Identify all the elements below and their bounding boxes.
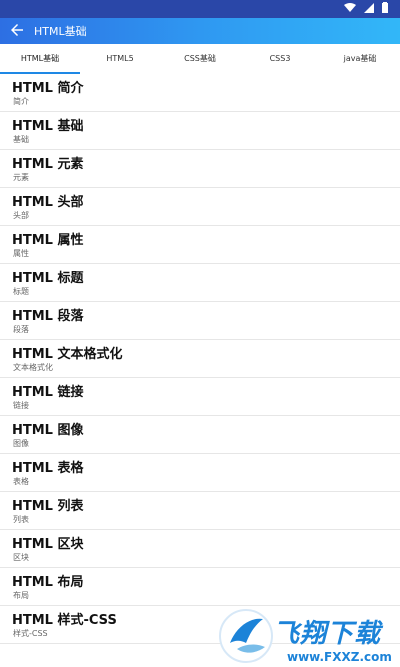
list-item-title: HTML 样式-CSS	[12, 613, 117, 628]
list-item[interactable]: HTML 头部 头部	[0, 188, 400, 226]
list-item-subtitle: 链接	[13, 401, 29, 410]
list-item[interactable]: HTML 标题 标题	[0, 264, 400, 302]
list-item[interactable]: HTML 属性 属性	[0, 226, 400, 264]
signal-icon	[364, 2, 374, 13]
list-item-subtitle: 区块	[13, 553, 29, 562]
wifi-icon	[344, 2, 356, 12]
list-item-subtitle: 文本格式化	[13, 363, 53, 372]
list-item-title: HTML 头部	[12, 195, 84, 210]
list-item[interactable]: HTML 列表 列表	[0, 492, 400, 530]
list-item-subtitle: 属性	[13, 249, 29, 258]
tab-bar: HTML基础 HTML5 CSS基础 CSS3 java基础	[0, 44, 400, 74]
list-item-title: HTML 区块	[12, 537, 84, 552]
page-title: HTML基础	[34, 25, 87, 38]
tab-java-basics[interactable]: java基础	[320, 44, 400, 74]
list-item[interactable]: HTML 表格 表格	[0, 454, 400, 492]
list-item-subtitle: 基础	[13, 135, 29, 144]
list-item-subtitle: 图像	[13, 439, 29, 448]
list-item-title: HTML 属性	[12, 233, 84, 248]
list-item[interactable]: HTML 元素 元素	[0, 150, 400, 188]
list-item-title: HTML 元素	[12, 157, 84, 172]
app-bar: HTML基础	[0, 18, 400, 44]
list-item-subtitle: 段落	[13, 325, 29, 334]
list-item-title: HTML 链接	[12, 385, 84, 400]
list-item-subtitle: 标题	[13, 287, 29, 296]
list-item-subtitle: 元素	[13, 173, 29, 182]
list-item-title: HTML 文本格式化	[12, 347, 123, 362]
list-item-title: HTML 列表	[12, 499, 84, 514]
tab-html5[interactable]: HTML5	[80, 44, 160, 74]
watermark-logo: 飞翔下载 www.FXXZ.com	[215, 605, 400, 667]
list-item[interactable]: HTML 简介 简介	[0, 74, 400, 112]
list-item-title: HTML 标题	[12, 271, 84, 286]
list-item[interactable]: HTML 段落 段落	[0, 302, 400, 340]
topic-list: HTML 简介 简介 HTML 基础 基础 HTML 元素 元素 HTML 头部…	[0, 74, 400, 644]
back-arrow-icon[interactable]	[8, 21, 26, 39]
list-item-title: HTML 简介	[12, 81, 84, 96]
list-item-title: HTML 布局	[12, 575, 84, 590]
list-item[interactable]: HTML 图像 图像	[0, 416, 400, 454]
list-item-title: HTML 表格	[12, 461, 84, 476]
list-item[interactable]: HTML 链接 链接	[0, 378, 400, 416]
watermark-brand: 飞翔下载	[273, 619, 382, 649]
list-item-title: HTML 图像	[12, 423, 84, 438]
list-item[interactable]: HTML 布局 布局	[0, 568, 400, 606]
battery-icon	[382, 2, 388, 13]
list-item-subtitle: 样式-CSS	[13, 629, 48, 638]
fxxz-logo-icon	[219, 609, 273, 663]
tab-html-basics[interactable]: HTML基础	[0, 44, 80, 74]
list-item-subtitle: 表格	[13, 477, 29, 486]
status-bar	[0, 0, 400, 18]
list-item-subtitle: 列表	[13, 515, 29, 524]
list-item-subtitle: 头部	[13, 211, 29, 220]
tab-css3[interactable]: CSS3	[240, 44, 320, 74]
list-item-title: HTML 基础	[12, 119, 84, 134]
list-item-subtitle: 布局	[13, 591, 29, 600]
watermark-url: www.FXXZ.com	[287, 650, 392, 664]
tab-css-basics[interactable]: CSS基础	[160, 44, 240, 74]
list-item-title: HTML 段落	[12, 309, 84, 324]
list-item[interactable]: HTML 基础 基础	[0, 112, 400, 150]
list-item[interactable]: HTML 文本格式化 文本格式化	[0, 340, 400, 378]
list-item[interactable]: HTML 区块 区块	[0, 530, 400, 568]
list-item-subtitle: 简介	[13, 97, 29, 106]
